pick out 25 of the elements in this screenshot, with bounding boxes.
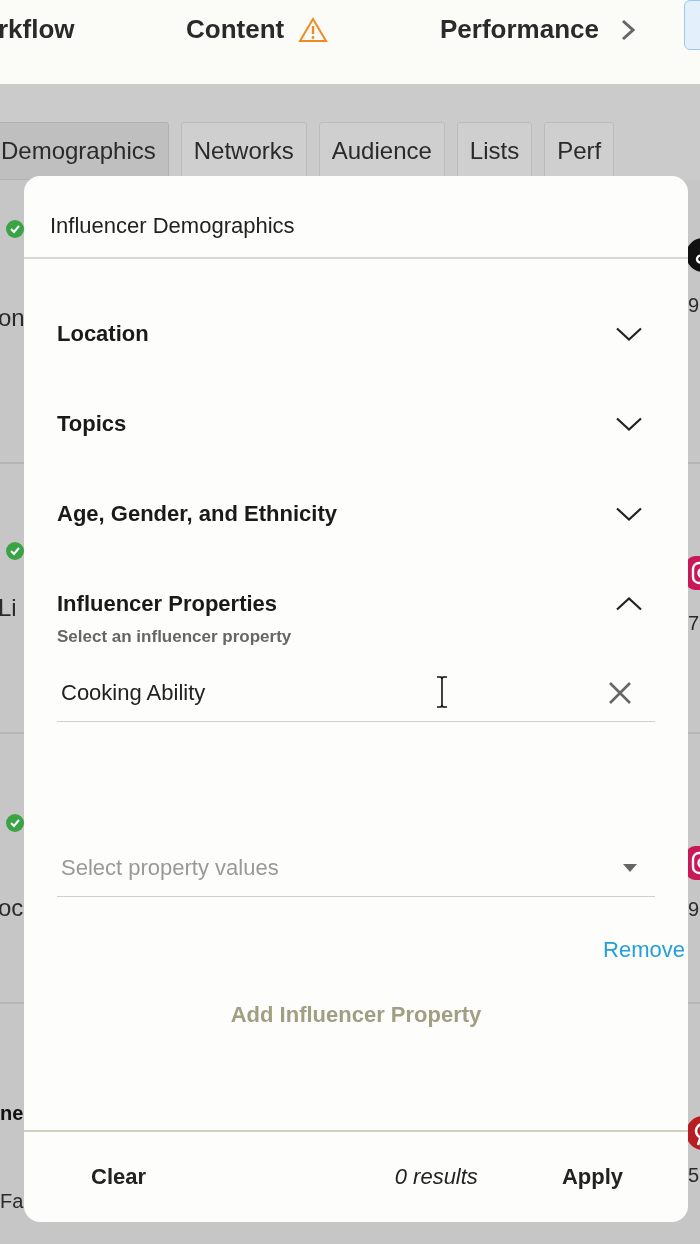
- section-header[interactable]: Location: [57, 289, 655, 379]
- text-cursor-icon: [435, 675, 449, 709]
- chevron-right-icon[interactable]: [620, 18, 635, 41]
- nav-link[interactable]: Content: [186, 14, 285, 45]
- results-count: 0 results: [394, 1164, 478, 1190]
- row-value: 5: [687, 1164, 699, 1187]
- row-value: 7: [687, 612, 699, 635]
- section-header[interactable]: Age, Gender, and Ethnicity: [57, 469, 655, 559]
- section-header[interactable]: Topics: [57, 379, 655, 469]
- clear-button[interactable]: Clear: [91, 1164, 147, 1190]
- dialog-title: Influencer Demographics: [24, 176, 688, 259]
- row-value: 9: [687, 294, 699, 317]
- nav-link[interactable]: rkflow: [0, 14, 75, 45]
- row-value: 9: [687, 898, 699, 921]
- close-icon[interactable]: [607, 680, 633, 706]
- apply-button[interactable]: Apply: [561, 1164, 623, 1190]
- caret-icon: [623, 864, 637, 872]
- row-text: Li: [0, 594, 17, 622]
- row-title: ne: [0, 1102, 24, 1125]
- filter-tab[interactable]: Demographics: [0, 122, 169, 180]
- property-field[interactable]: Cooking Ability: [57, 665, 655, 722]
- row-text: Fa: [0, 1190, 24, 1213]
- warning-icon: [298, 16, 329, 43]
- nav-link[interactable]: Performance: [440, 14, 599, 45]
- field-hint: Select an influencer property: [57, 627, 293, 647]
